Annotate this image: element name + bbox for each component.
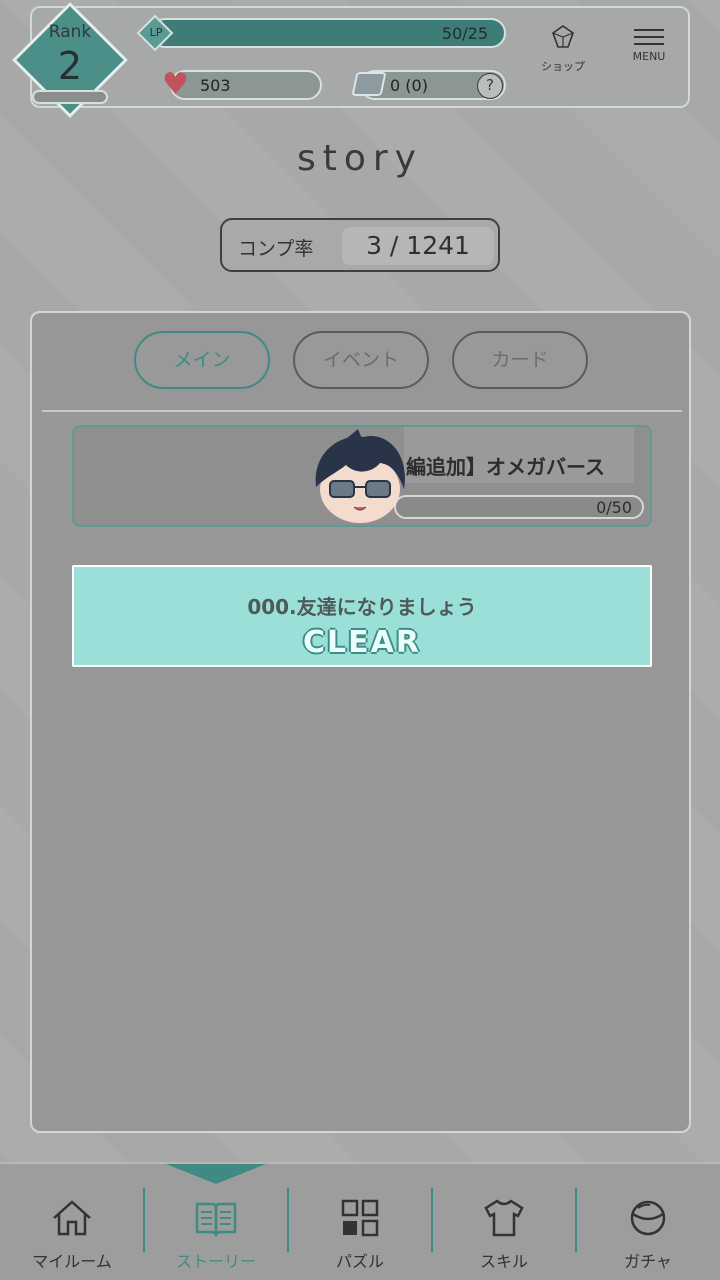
nav-item-story[interactable]: ストーリー [144,1164,288,1280]
chapter-progress-bar: 0/50 [394,495,644,519]
nav-item-gacha[interactable]: ガチャ [576,1164,720,1280]
divider [42,410,682,412]
nav-label-story: ストーリー [175,1252,256,1271]
shop-label: ショップ [541,60,585,73]
shop-button[interactable]: ショップ [535,24,591,74]
puzzle-grid-icon [341,1199,379,1237]
rank-badge: Rank 2 [12,2,128,118]
gacha-ball-icon [630,1200,666,1236]
nav-item-myroom[interactable]: マイルーム [0,1164,144,1280]
nav-label-puzzle: パズル [335,1252,384,1271]
book-icon [195,1202,237,1238]
episode-title: 000.友達になりましょう [247,595,477,619]
nav-label-gacha: ガチャ [624,1252,672,1271]
tab-event[interactable]: イベント [293,331,429,389]
completion-label: コンプ率 [238,238,314,260]
nav-item-puzzle[interactable]: パズル [288,1164,432,1280]
hamburger-icon [620,29,678,45]
nav-label-myroom: マイルーム [32,1252,112,1271]
shirt-icon [484,1199,524,1237]
chapter-progress-value: 0/50 [596,498,632,517]
menu-label: MENU [632,50,666,63]
lp-value: 50/25 [441,24,488,43]
episode-status: CLEAR [303,625,421,660]
help-button[interactable]: ? [477,73,503,99]
lp-bar: 50/25 [150,18,506,48]
rank-progress-bar [32,90,108,104]
episode-card[interactable]: 000.友達になりましょう CLEAR [72,565,652,667]
story-panel: メイン イベント カード 編追加】オメガバース 0/50 000.友達になりまし… [30,311,691,1133]
chapter-title: 編追加】オメガバース [406,455,605,479]
completion-box: コンプ率 3 / 1241 [220,218,500,272]
character-avatar-icon [315,429,405,523]
nav-item-skill[interactable]: スキル [432,1164,576,1280]
hearts-counter: 503 [170,70,322,100]
hearts-value: 503 [200,76,231,95]
nav-label-skill: スキル [479,1252,528,1271]
gems-value: 0 (0) [390,76,428,95]
completion-value: 3 / 1241 [342,227,494,265]
lp-tag-label: LP [149,26,163,39]
tab-main[interactable]: メイン [134,331,270,389]
tab-card[interactable]: カード [452,331,588,389]
home-icon [53,1200,91,1236]
rank-value: 2 [57,44,83,88]
rank-label: Rank [48,22,92,42]
bottom-nav: マイルーム ストーリー パズル スキル ガチャ [0,1162,720,1280]
heart-icon: ♥ [162,67,189,102]
gem-icon [351,72,387,96]
page-title: story [296,138,423,179]
diamond-icon [552,25,574,48]
menu-button[interactable]: MENU [620,24,678,63]
